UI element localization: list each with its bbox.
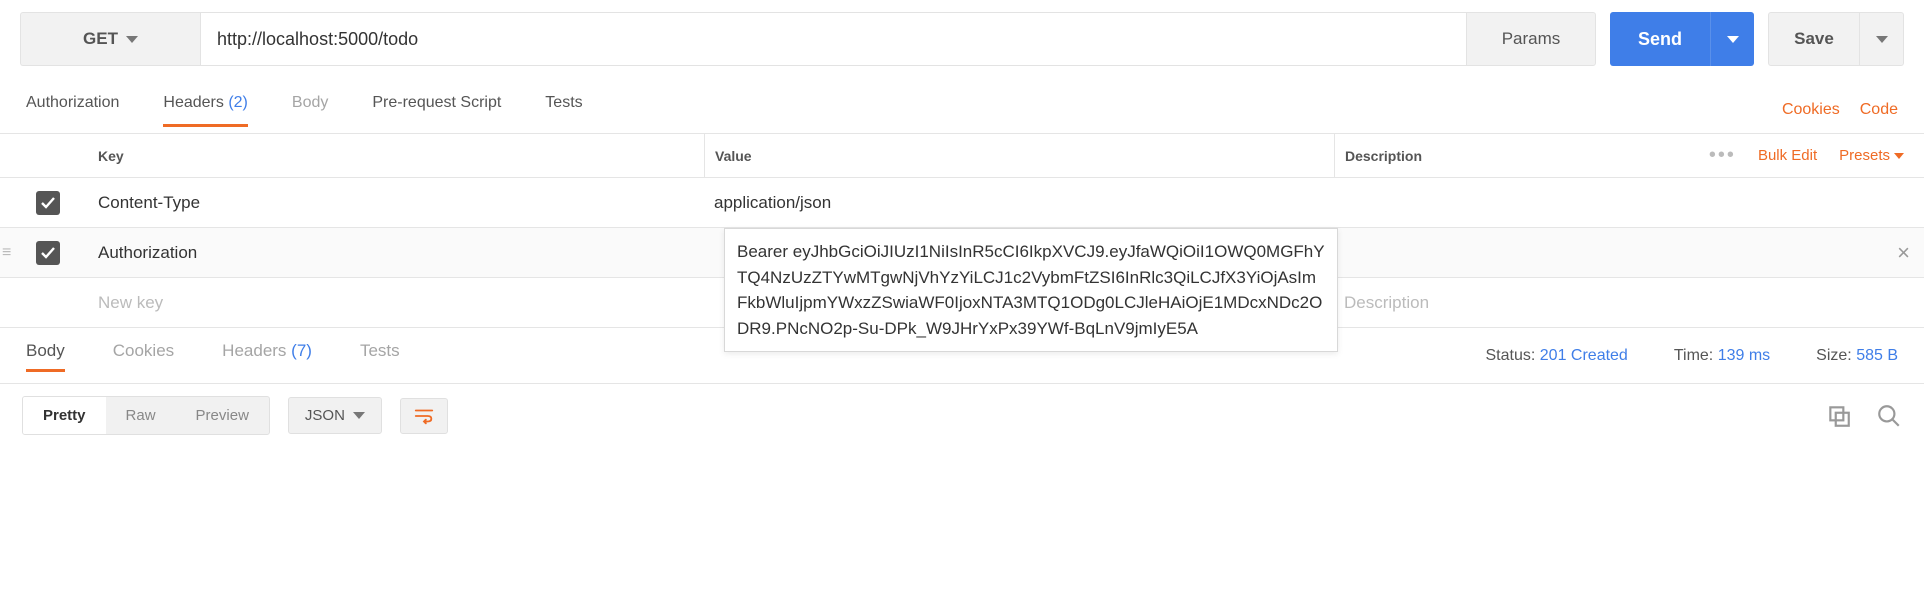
- col-key-header: Key: [74, 148, 704, 164]
- body-toolbar: Pretty Raw Preview JSON: [0, 384, 1924, 447]
- request-bar: GET Params Send Save: [0, 0, 1924, 86]
- header-key[interactable]: Content-Type: [74, 193, 704, 213]
- method-select[interactable]: GET: [20, 12, 200, 66]
- view-pretty-button[interactable]: Pretty: [23, 397, 106, 434]
- header-value[interactable]: application/json: [704, 193, 1334, 213]
- status-value: 201 Created: [1540, 347, 1628, 364]
- response-tab-tests[interactable]: Tests: [360, 341, 400, 372]
- response-tab-body[interactable]: Body: [26, 341, 65, 372]
- method-label: GET: [83, 29, 118, 49]
- tab-headers-label: Headers: [163, 94, 223, 111]
- time-value: 139 ms: [1718, 347, 1770, 364]
- tab-authorization[interactable]: Authorization: [26, 94, 119, 127]
- tab-headers[interactable]: Headers (2): [163, 94, 248, 127]
- header-key[interactable]: Authorization: [74, 243, 704, 263]
- save-button[interactable]: Save: [1768, 12, 1860, 66]
- response-tab-cookies[interactable]: Cookies: [113, 341, 174, 372]
- view-raw-button[interactable]: Raw: [106, 397, 176, 434]
- tab-prerequest[interactable]: Pre-request Script: [372, 94, 501, 127]
- tab-body[interactable]: Body: [292, 94, 328, 127]
- search-icon[interactable]: [1876, 403, 1902, 429]
- new-key-input[interactable]: New key: [74, 293, 704, 313]
- row-checkbox[interactable]: [36, 241, 60, 265]
- presets-link[interactable]: Presets: [1839, 147, 1904, 164]
- more-options-icon[interactable]: •••: [1709, 144, 1736, 167]
- view-preview-button[interactable]: Preview: [176, 397, 269, 434]
- chevron-down-icon: [126, 36, 138, 43]
- view-mode-segment: Pretty Raw Preview: [22, 396, 270, 435]
- tab-headers-count: (2): [228, 94, 248, 111]
- value-editor-popover[interactable]: Bearer eyJhbGciOiJIUzI1NiIsInR5cCI6IkpXV…: [724, 228, 1338, 352]
- send-button[interactable]: Send: [1610, 12, 1710, 66]
- request-tabs: Authorization Headers (2) Body Pre-reque…: [0, 86, 1924, 134]
- chevron-down-icon: [353, 412, 365, 419]
- col-value-header: Value: [704, 134, 1334, 177]
- drag-handle-icon[interactable]: ≡: [2, 244, 11, 262]
- header-row: Content-Type application/json: [0, 178, 1924, 228]
- check-icon: [40, 195, 56, 211]
- headers-table-head: Key Value Description ••• Bulk Edit Pres…: [0, 134, 1924, 178]
- size-value: 585 B: [1856, 347, 1898, 364]
- cookies-link[interactable]: Cookies: [1782, 101, 1840, 119]
- chevron-down-icon: [1876, 36, 1888, 43]
- wrap-lines-button[interactable]: [400, 398, 448, 434]
- code-link[interactable]: Code: [1860, 101, 1898, 119]
- lang-select[interactable]: JSON: [288, 397, 382, 434]
- new-description-input[interactable]: Description: [1334, 293, 1924, 313]
- send-dropdown[interactable]: [1710, 12, 1754, 66]
- chevron-down-icon: [1894, 153, 1904, 159]
- check-icon: [40, 245, 56, 261]
- params-button[interactable]: Params: [1466, 12, 1596, 66]
- copy-icon[interactable]: [1826, 403, 1852, 429]
- wrap-icon: [413, 405, 435, 427]
- close-icon[interactable]: ×: [1897, 240, 1910, 266]
- response-tab-headers[interactable]: Headers (7): [222, 341, 312, 372]
- row-checkbox[interactable]: [36, 191, 60, 215]
- bulk-edit-link[interactable]: Bulk Edit: [1758, 147, 1817, 164]
- tab-tests[interactable]: Tests: [545, 94, 582, 127]
- save-dropdown[interactable]: [1860, 12, 1904, 66]
- chevron-down-icon: [1727, 36, 1739, 43]
- url-input[interactable]: [200, 12, 1466, 66]
- col-description-header: Description: [1334, 134, 1709, 177]
